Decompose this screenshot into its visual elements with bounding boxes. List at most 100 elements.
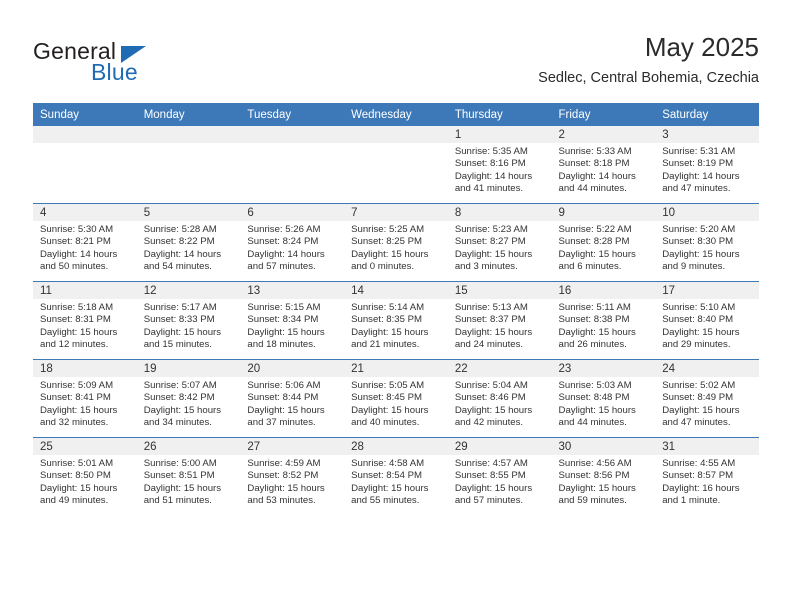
day-number: 28 xyxy=(344,438,448,455)
sunset-time: Sunset: 8:49 PM xyxy=(662,392,734,404)
sunset-time: Sunset: 8:45 PM xyxy=(351,392,423,404)
calendar-day-cell[interactable]: 5 Sunrise: 5:28 AM Sunset: 8:22 PM Daylight… xyxy=(136,203,241,282)
sunrise-time: Sunrise: 5:17 AM xyxy=(143,302,217,313)
day-number: 30 xyxy=(551,438,656,455)
calendar-day-cell[interactable]: 8 Sunrise: 5:23 AM Sunset: 8:27 PM Daylight… xyxy=(447,203,552,282)
calendar-day-cell[interactable]: 9 Sunrise: 5:22 AM Sunset: 8:28 PM Daylight… xyxy=(551,203,656,282)
day-number: 8 xyxy=(447,204,552,221)
calendar-day-cell[interactable]: 16 Sunrise: 5:11 AM Sunset: 8:38 PM Dayligh… xyxy=(551,281,656,360)
calendar-day-cell[interactable]: 19 Sunrise: 5:07 AM Sunset: 8:42 PM Dayligh… xyxy=(136,359,241,438)
day-details: Sunrise: 5:30 AM Sunset: 8:21 PM Daylight:… xyxy=(33,221,137,277)
sunrise-time: Sunrise: 5:28 AM xyxy=(143,224,217,235)
daylight-duration-line1: Daylight: 15 hours xyxy=(40,482,118,494)
calendar-day-cell[interactable]: 18 Sunrise: 5:09 AM Sunset: 8:41 PM Dayligh… xyxy=(33,359,137,438)
day-number: 19 xyxy=(136,360,241,377)
daylight-duration-line2: and 37 minutes. xyxy=(247,416,316,428)
calendar-day-cell[interactable]: 6 Sunrise: 5:26 AM Sunset: 8:24 PM Daylight… xyxy=(240,203,345,282)
daylight-duration-line1: Daylight: 15 hours xyxy=(454,326,533,338)
day-number: 27 xyxy=(240,438,345,455)
calendar-day-cell[interactable]: 27 Sunrise: 4:59 AM Sunset: 8:52 PM Dayligh… xyxy=(240,437,345,515)
sunrise-sunset-calendar: Sunday Monday Tuesday Wednesday Thursday… xyxy=(33,103,759,515)
calendar-body: 1 Sunrise: 5:35 AM Sunset: 8:16 PM Daylight… xyxy=(33,126,759,515)
sunset-time: Sunset: 8:40 PM xyxy=(662,314,734,326)
calendar-day-cell[interactable]: 30 Sunrise: 4:56 AM Sunset: 8:56 PM Dayligh… xyxy=(551,437,656,515)
daylight-duration-line2: and 51 minutes. xyxy=(143,494,212,506)
daylight-duration-line1: Daylight: 15 hours xyxy=(143,482,222,494)
day-number xyxy=(344,126,448,143)
daylight-duration-line2: and 6 minutes. xyxy=(558,260,622,272)
calendar-day-cell[interactable]: 1 Sunrise: 5:35 AM Sunset: 8:16 PM Daylight… xyxy=(447,126,552,204)
daylight-duration-line1: Daylight: 15 hours xyxy=(454,248,533,260)
daylight-duration-line2: and 47 minutes. xyxy=(662,182,731,194)
calendar-week-row: 11 Sunrise: 5:18 AM Sunset: 8:31 PM Dayligh… xyxy=(33,281,759,360)
calendar-day-cell[interactable]: 23 Sunrise: 5:03 AM Sunset: 8:48 PM Dayligh… xyxy=(551,359,656,438)
calendar-day-cell[interactable]: 11 Sunrise: 5:18 AM Sunset: 8:31 PM Dayligh… xyxy=(33,281,137,360)
daylight-duration-line1: Daylight: 14 hours xyxy=(40,248,118,260)
sunrise-time: Sunrise: 5:26 AM xyxy=(247,224,321,235)
sunset-time: Sunset: 8:54 PM xyxy=(351,470,423,482)
calendar-day-cell[interactable]: 10 Sunrise: 5:20 AM Sunset: 8:30 PM Dayligh… xyxy=(655,203,759,282)
daylight-duration-line1: Daylight: 15 hours xyxy=(351,326,429,338)
general-blue-logo[interactable]: General Blue xyxy=(33,38,253,88)
calendar-day-cell[interactable]: 3 Sunrise: 5:31 AM Sunset: 8:19 PM Daylight… xyxy=(655,126,759,204)
day-details: Sunrise: 5:18 AM Sunset: 8:31 PM Daylight:… xyxy=(33,299,137,355)
daylight-duration-line1: Daylight: 15 hours xyxy=(143,404,222,416)
sunrise-time: Sunrise: 5:13 AM xyxy=(454,302,528,313)
daylight-duration-line1: Daylight: 15 hours xyxy=(662,404,740,416)
title-block: May 2025 Sedlec, Central Bohemia, Czechi… xyxy=(538,32,759,87)
calendar-day-cell[interactable]: 28 Sunrise: 4:58 AM Sunset: 8:54 PM Dayligh… xyxy=(344,437,448,515)
sunset-time: Sunset: 8:37 PM xyxy=(454,314,526,326)
daylight-duration-line1: Daylight: 15 hours xyxy=(40,404,118,416)
day-number: 4 xyxy=(33,204,137,221)
calendar-day-cell[interactable]: 7 Sunrise: 5:25 AM Sunset: 8:25 PM Daylight… xyxy=(344,203,448,282)
weekday-header-monday: Monday xyxy=(136,103,241,126)
daylight-duration-line2: and 59 minutes. xyxy=(558,494,627,506)
daylight-duration-line2: and 40 minutes. xyxy=(351,416,420,428)
day-details: Sunrise: 4:55 AM Sunset: 8:57 PM Daylight:… xyxy=(655,455,759,511)
day-details: Sunrise: 5:02 AM Sunset: 8:49 PM Daylight:… xyxy=(655,377,759,433)
day-details: Sunrise: 4:58 AM Sunset: 8:54 PM Daylight:… xyxy=(344,455,448,511)
daylight-duration-line2: and 29 minutes. xyxy=(662,338,731,350)
calendar-day-cell[interactable]: 31 Sunrise: 4:55 AM Sunset: 8:57 PM Dayligh… xyxy=(655,437,759,515)
daylight-duration-line1: Daylight: 15 hours xyxy=(662,326,740,338)
day-number xyxy=(33,126,137,143)
sunset-time: Sunset: 8:55 PM xyxy=(454,470,526,482)
calendar-day-cell[interactable]: 15 Sunrise: 5:13 AM Sunset: 8:37 PM Dayligh… xyxy=(447,281,552,360)
calendar-day-cell[interactable]: 2 Sunrise: 5:33 AM Sunset: 8:18 PM Daylight… xyxy=(551,126,656,204)
day-number: 21 xyxy=(344,360,448,377)
calendar-page: General Blue May 2025 Sedlec, Central Bo… xyxy=(0,0,792,612)
sunrise-time: Sunrise: 5:15 AM xyxy=(247,302,321,313)
sunrise-time: Sunrise: 4:57 AM xyxy=(454,458,528,469)
day-number: 25 xyxy=(33,438,137,455)
calendar-day-cell[interactable]: 4 Sunrise: 5:30 AM Sunset: 8:21 PM Daylight… xyxy=(33,203,137,282)
daylight-duration-line2: and 24 minutes. xyxy=(454,338,524,350)
calendar-day-cell[interactable]: 20 Sunrise: 5:06 AM Sunset: 8:44 PM Dayligh… xyxy=(240,359,345,438)
logo-text-blue: Blue xyxy=(91,59,138,85)
calendar-day-cell[interactable]: 17 Sunrise: 5:10 AM Sunset: 8:40 PM Dayligh… xyxy=(655,281,759,360)
sunrise-time: Sunrise: 5:30 AM xyxy=(40,224,114,235)
calendar-day-cell[interactable]: 24 Sunrise: 5:02 AM Sunset: 8:49 PM Dayligh… xyxy=(655,359,759,438)
page-header: General Blue May 2025 Sedlec, Central Bo… xyxy=(0,0,792,103)
calendar-day-cell[interactable]: 25 Sunrise: 5:01 AM Sunset: 8:50 PM Dayligh… xyxy=(33,437,137,515)
day-number: 9 xyxy=(551,204,656,221)
day-number: 20 xyxy=(240,360,345,377)
daylight-duration-line2: and 44 minutes. xyxy=(558,182,627,194)
daylight-duration-line1: Daylight: 15 hours xyxy=(247,404,325,416)
calendar-day-cell[interactable]: 13 Sunrise: 5:15 AM Sunset: 8:34 PM Dayligh… xyxy=(240,281,345,360)
calendar-day-cell[interactable]: 29 Sunrise: 4:57 AM Sunset: 8:55 PM Dayligh… xyxy=(447,437,552,515)
sunset-time: Sunset: 8:42 PM xyxy=(143,392,215,404)
sunset-time: Sunset: 8:52 PM xyxy=(247,470,319,482)
calendar-day-cell[interactable]: 26 Sunrise: 5:00 AM Sunset: 8:51 PM Dayligh… xyxy=(136,437,241,515)
day-number: 31 xyxy=(655,438,759,455)
sunset-time: Sunset: 8:48 PM xyxy=(558,392,630,404)
day-number: 1 xyxy=(447,126,552,143)
calendar-day-cell[interactable]: 21 Sunrise: 5:05 AM Sunset: 8:45 PM Dayligh… xyxy=(344,359,448,438)
sunrise-time: Sunrise: 5:02 AM xyxy=(662,380,736,391)
day-details: Sunrise: 5:11 AM Sunset: 8:38 PM Daylight:… xyxy=(552,299,656,355)
sunset-time: Sunset: 8:33 PM xyxy=(143,314,215,326)
day-number: 15 xyxy=(447,282,552,299)
calendar-day-cell[interactable]: 22 Sunrise: 5:04 AM Sunset: 8:46 PM Dayligh… xyxy=(447,359,552,438)
calendar-day-cell[interactable]: 14 Sunrise: 5:14 AM Sunset: 8:35 PM Dayligh… xyxy=(344,281,448,360)
calendar-day-cell[interactable]: 12 Sunrise: 5:17 AM Sunset: 8:33 PM Dayligh… xyxy=(136,281,241,360)
day-number: 16 xyxy=(551,282,656,299)
